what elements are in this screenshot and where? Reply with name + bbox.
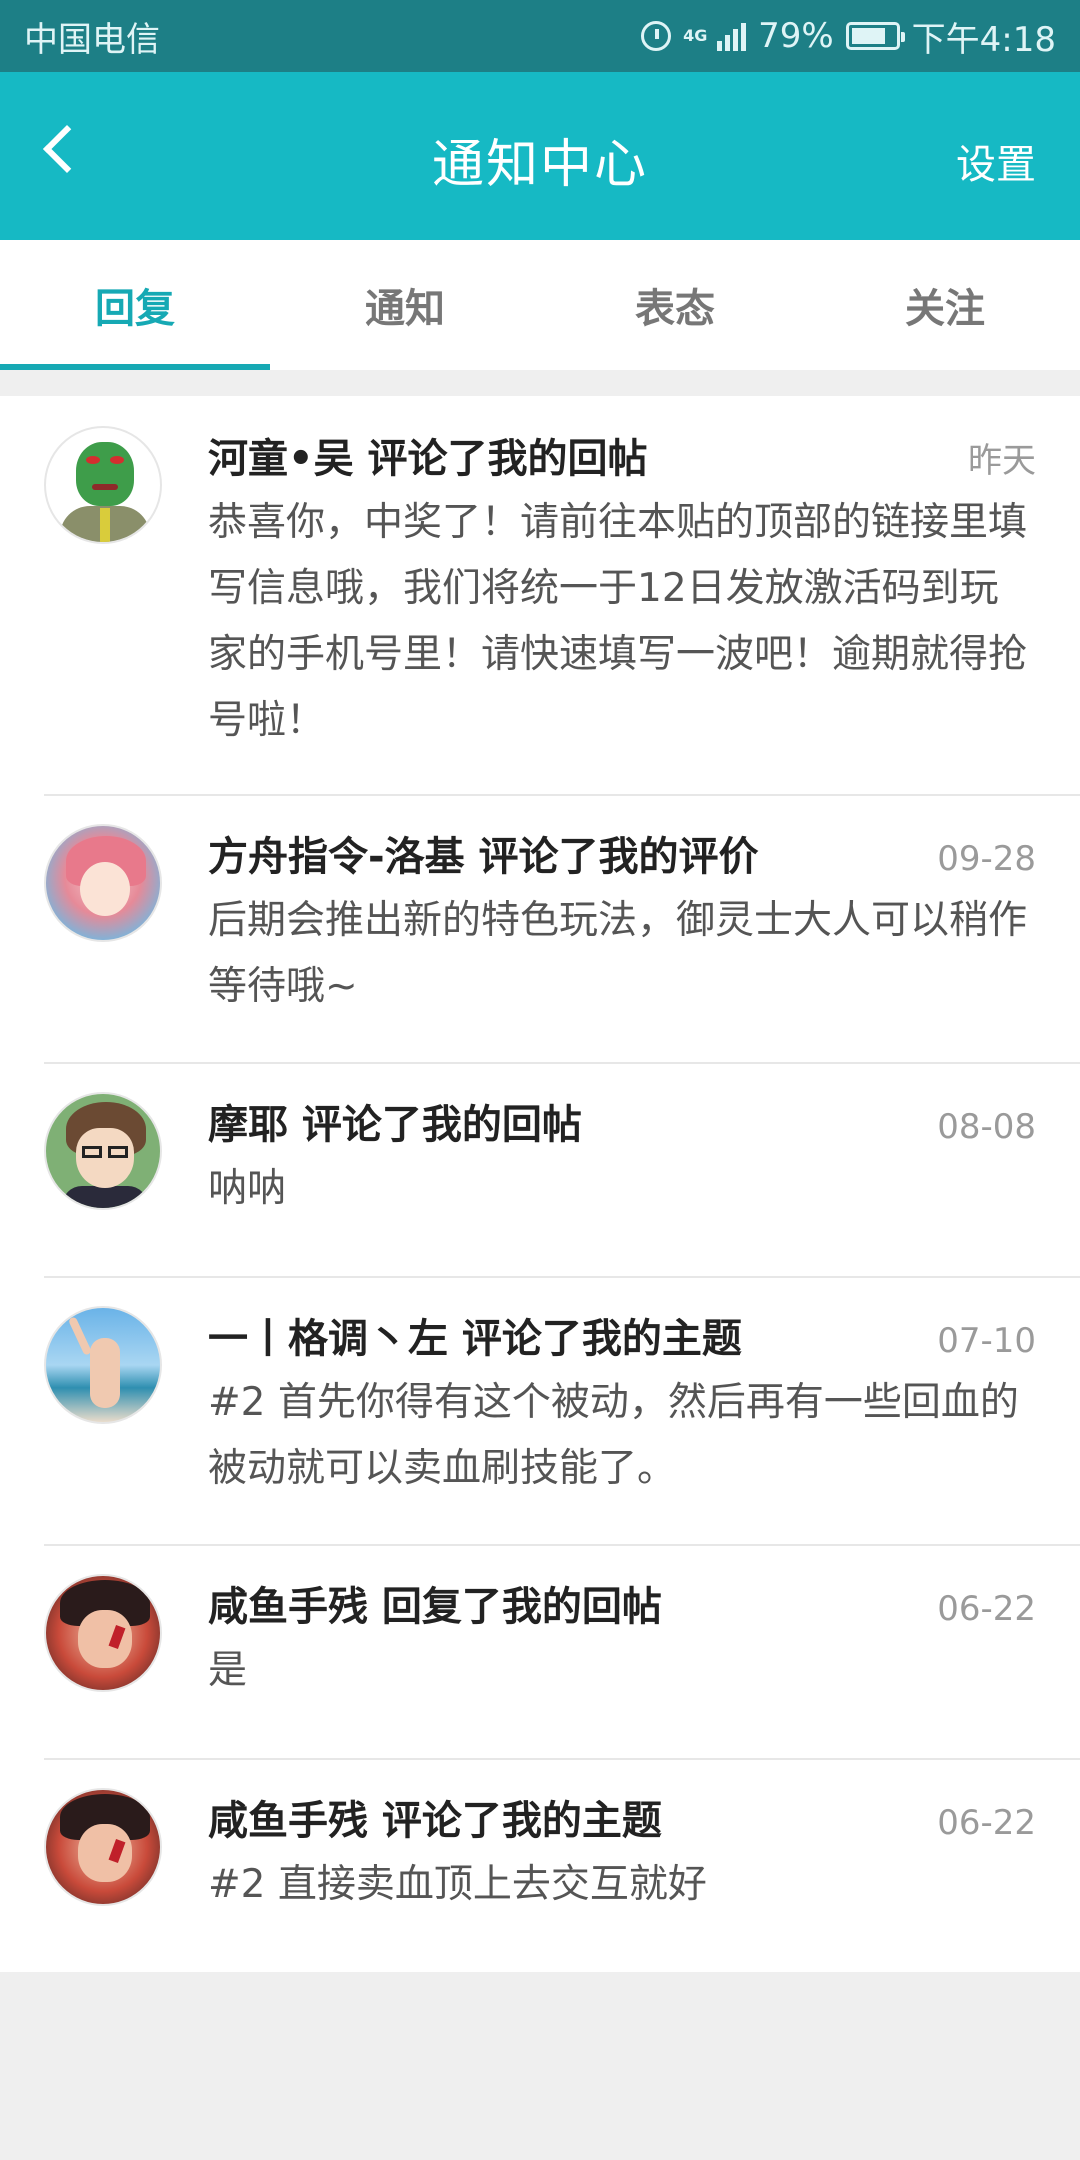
- list-item[interactable]: 咸鱼手残 回复了我的回帖 06-22 是: [0, 1544, 1080, 1758]
- battery-percent: 79%: [758, 16, 834, 56]
- list-item[interactable]: 方舟指令-洛基 评论了我的评价 09-28 后期会推出新的特色玩法，御灵士大人可…: [0, 794, 1080, 1062]
- item-time: 昨天: [968, 441, 1036, 481]
- avatar[interactable]: [44, 1306, 162, 1424]
- battery-icon: [845, 22, 905, 50]
- avatar[interactable]: [44, 426, 162, 544]
- tab-reactions[interactable]: 表态: [540, 240, 810, 370]
- list-item[interactable]: 一丨格调丶左 评论了我的主题 07-10 #2 首先你得有这个被动，然后再有一些…: [0, 1276, 1080, 1544]
- avatar[interactable]: [44, 824, 162, 942]
- tab-replies[interactable]: 回复: [0, 240, 270, 370]
- tab-follows[interactable]: 关注: [810, 240, 1080, 370]
- app-header: 通知中心 设置: [0, 72, 1080, 240]
- item-title: 一丨格调丶左 评论了我的主题: [208, 1316, 742, 1362]
- item-title: 咸鱼手残 评论了我的主题: [208, 1798, 662, 1844]
- tab-notifications[interactable]: 通知: [270, 240, 540, 370]
- item-body: 后期会推出新的特色玩法，御灵士大人可以稍作等待哦~: [208, 898, 1028, 1009]
- list-item[interactable]: 摩耶 评论了我的回帖 08-08 呐呐: [0, 1062, 1080, 1276]
- avatar[interactable]: [44, 1788, 162, 1906]
- item-time: 06-22: [937, 1803, 1036, 1843]
- item-title: 河童•吴 评论了我的回帖: [208, 436, 648, 482]
- status-bar: 中国电信 4G 79% 下午4:18: [0, 0, 1080, 72]
- avatar[interactable]: [44, 1574, 162, 1692]
- settings-button[interactable]: 设置: [956, 132, 1036, 190]
- notification-list: 河童•吴 评论了我的回帖 昨天 恭喜你，中奖了！请前往本贴的顶部的链接里填写信息…: [0, 396, 1080, 1972]
- item-time: 09-28: [937, 839, 1036, 879]
- network-type-label: 4G: [683, 26, 708, 45]
- item-body: 呐呐: [208, 1166, 287, 1211]
- signal-icon: [717, 21, 747, 51]
- item-body: #2 首先你得有这个被动，然后再有一些回血的被动就可以卖血刷技能了。: [208, 1380, 1019, 1491]
- tab-bar: 回复 通知 表态 关注: [0, 240, 1080, 370]
- carrier-label: 中国电信: [24, 19, 160, 60]
- item-body: #2 直接卖血顶上去交互就好: [208, 1862, 707, 1907]
- list-item[interactable]: 咸鱼手残 评论了我的主题 06-22 #2 直接卖血顶上去交互就好: [0, 1758, 1080, 1972]
- item-title: 方舟指令-洛基 评论了我的评价: [208, 834, 759, 880]
- list-item[interactable]: 河童•吴 评论了我的回帖 昨天 恭喜你，中奖了！请前往本贴的顶部的链接里填写信息…: [0, 396, 1080, 794]
- item-time: 07-10: [937, 1321, 1036, 1361]
- avatar[interactable]: [44, 1092, 162, 1210]
- page-title: 通知中心: [431, 135, 648, 195]
- item-time: 06-22: [937, 1589, 1036, 1629]
- item-body: 是: [208, 1648, 248, 1693]
- status-icons: 4G 79% 下午4:18: [641, 12, 1056, 61]
- item-title: 咸鱼手残 回复了我的回帖: [208, 1584, 662, 1630]
- alarm-icon: [641, 21, 672, 51]
- item-body: 恭喜你，中奖了！请前往本贴的顶部的链接里填写信息哦，我们将统一于12日发放激活码…: [208, 500, 1028, 743]
- item-time: 08-08: [937, 1107, 1036, 1147]
- clock: 下午4:18: [911, 19, 1056, 60]
- item-title: 摩耶 评论了我的回帖: [208, 1102, 582, 1148]
